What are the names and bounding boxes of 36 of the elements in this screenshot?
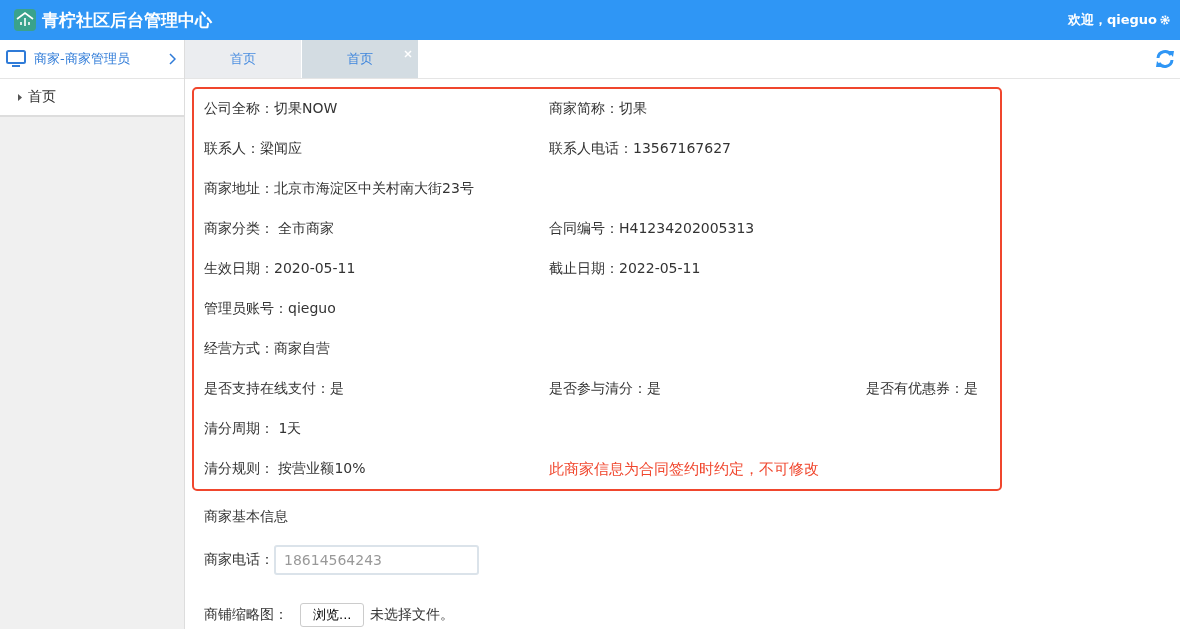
info-field: 联系人电话：13567167627 bbox=[549, 140, 866, 158]
info-field: 商家地址：北京市海淀区中关村南大街23号 bbox=[204, 180, 549, 198]
sidebar-item-label: 首页 bbox=[28, 88, 56, 106]
info-field: 是否参与清分：是 bbox=[549, 380, 866, 398]
browse-button[interactable]: 浏览... bbox=[300, 603, 365, 627]
monitor-icon bbox=[6, 50, 26, 68]
refresh-icon[interactable] bbox=[1154, 48, 1176, 70]
chevron-right-icon bbox=[168, 53, 176, 65]
info-field: 生效日期：2020-05-11 bbox=[204, 260, 549, 278]
welcome-text: 欢迎，qieguo bbox=[1067, 11, 1157, 29]
tab[interactable]: 首页 bbox=[302, 40, 419, 78]
file-status-text: 未选择文件。 bbox=[370, 606, 455, 624]
info-field: 是否有优惠券：是 bbox=[866, 380, 990, 398]
info-field: 清分周期： 1天 bbox=[204, 420, 549, 438]
field-label: 商铺缩略图： bbox=[204, 606, 288, 624]
app-title: 青柠社区后台管理中心 bbox=[42, 8, 213, 32]
house-logo-icon bbox=[14, 9, 36, 31]
section-heading: 商家基本信息 bbox=[204, 508, 288, 526]
info-field: 商家分类： 全市商家 bbox=[204, 220, 549, 238]
info-field: 联系人：梁闻应 bbox=[204, 140, 549, 158]
sidebar-section-header[interactable]: 商家-商家管理员 bbox=[0, 40, 184, 79]
tab[interactable]: 首页 bbox=[185, 40, 302, 78]
info-field: 截止日期：2022-05-11 bbox=[549, 260, 866, 278]
info-field: 商家简称：切果 bbox=[549, 100, 866, 118]
field-label: 商家电话： bbox=[204, 551, 274, 569]
info-field: 合同编号：H41234202005313 bbox=[549, 220, 866, 238]
settings-icon[interactable] bbox=[1160, 15, 1170, 25]
info-field: 管理员账号：qieguo bbox=[204, 300, 549, 318]
info-field: 公司全称：切果NOW bbox=[204, 100, 549, 118]
phone-input-field[interactable]: 18614564243 bbox=[274, 545, 479, 575]
info-field: 清分规则： 按营业额10% bbox=[204, 460, 549, 478]
info-field: 经营方式：商家自营 bbox=[204, 340, 549, 358]
info-field: 是否支持在线支付：是 bbox=[204, 380, 549, 398]
notice-text: 此商家信息为合同签约时约定，不可修改 bbox=[549, 459, 820, 479]
triangle-icon bbox=[18, 93, 22, 101]
sidebar-item[interactable]: 首页 bbox=[0, 79, 184, 117]
